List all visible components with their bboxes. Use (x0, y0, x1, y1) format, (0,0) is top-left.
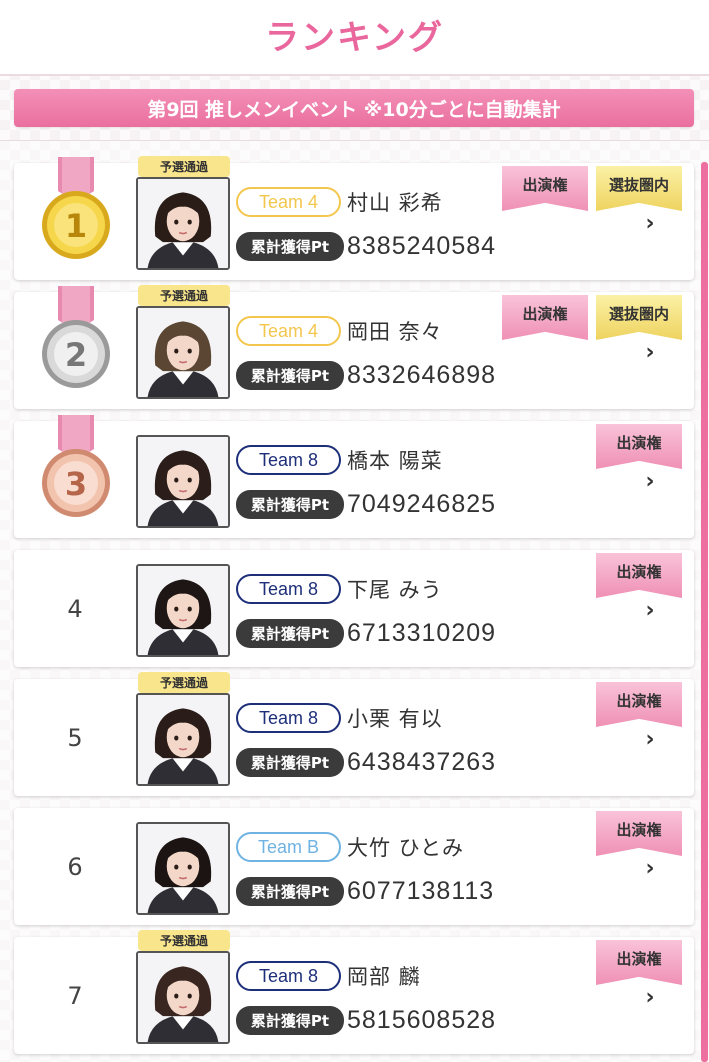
team-badge: Team 4 (236, 316, 341, 346)
rank-number: 5 (67, 723, 83, 752)
points-value: 8332646898 (347, 360, 497, 389)
team-badge: Team 8 (236, 574, 341, 604)
ranking-card[interactable]: 3 Team 8 橋本 陽菜 累計獲得Pt 7049246825 出演権 › (14, 415, 694, 538)
team-badge: Team 8 (236, 703, 341, 733)
appearance-right-tag: 出演権 (596, 682, 682, 727)
appearance-right-tag: 出演権 (502, 166, 588, 211)
chevron-right-icon[interactable]: › (640, 211, 660, 236)
points-value: 6077138113 (347, 876, 495, 905)
chevron-right-icon[interactable]: › (640, 727, 660, 752)
member-photo (136, 435, 230, 528)
points-value: 7049246825 (347, 489, 497, 518)
scrollbar[interactable] (701, 162, 708, 1062)
points-label: 累計獲得Pt (236, 748, 344, 777)
points-label: 累計獲得Pt (236, 619, 344, 648)
svg-text:3: 3 (65, 465, 87, 503)
points-value: 8385240584 (347, 231, 497, 260)
event-banner: 第9回 推しメンイベント ※10分ごとに自動集計 (14, 89, 694, 127)
points-value: 5815608528 (347, 1005, 497, 1034)
team-badge: Team 8 (236, 961, 341, 991)
ranking-card[interactable]: 5 予選通過 Team 8 小栗 有以 累計獲得Pt 6438437263 出演権 › (14, 672, 694, 796)
member-name: 下尾 みう (347, 578, 443, 602)
app-header: ランキング (0, 0, 709, 76)
member-name: 岡部 麟 (347, 965, 421, 989)
points-label: 累計獲得Pt (236, 232, 344, 261)
appearance-right-tag: 出演権 (596, 424, 682, 469)
appearance-right-tag: 出演権 (502, 295, 588, 340)
member-photo (136, 177, 230, 270)
rank-number: 4 (67, 594, 83, 623)
prelim-passed-badge: 予選通過 (138, 930, 230, 951)
member-name: 岡田 奈々 (347, 320, 443, 344)
gold-medal-icon: 1 (38, 157, 114, 267)
team-badge: Team 8 (236, 445, 341, 475)
chevron-right-icon[interactable]: › (640, 340, 660, 365)
member-name: 橋本 陽菜 (347, 449, 443, 473)
ranking-card[interactable]: 6 Team B 大竹 ひとみ 累計獲得Pt 6077138113 出演権 › (14, 808, 694, 925)
member-photo (136, 822, 230, 915)
member-name: 小栗 有以 (347, 707, 443, 731)
prelim-passed-badge: 予選通過 (138, 285, 230, 306)
member-photo (136, 951, 230, 1044)
points-label: 累計獲得Pt (236, 877, 344, 906)
chevron-right-icon[interactable]: › (640, 985, 660, 1010)
selected-range-tag: 選抜圏内 (596, 295, 682, 340)
svg-text:2: 2 (65, 336, 87, 374)
points-label: 累計獲得Pt (236, 490, 344, 519)
ranking-card[interactable]: 7 予選通過 Team 8 岡部 麟累計獲得Pt 5815608528 出演権 › (14, 930, 694, 1054)
page-title: ランキング (265, 17, 444, 58)
bronze-medal-icon: 3 (38, 415, 114, 525)
selected-range-tag: 選抜圏内 (596, 166, 682, 211)
points-label: 累計獲得Pt (236, 361, 344, 390)
chevron-right-icon[interactable]: › (640, 856, 660, 881)
team-badge: Team B (236, 832, 341, 862)
prelim-passed-badge: 予選通過 (138, 156, 230, 177)
member-photo (136, 693, 230, 786)
ranking-card[interactable]: 2 予選通過 Team 4 岡田 奈々 累計獲得Pt 8332646898 出演権 選抜圏内 › (14, 285, 694, 409)
points-value: 6438437263 (347, 747, 497, 776)
points-value: 6713310209 (347, 618, 497, 647)
appearance-right-tag: 出演権 (596, 553, 682, 598)
chevron-right-icon[interactable]: › (640, 469, 660, 494)
member-name: 大竹 ひとみ (347, 836, 465, 860)
appearance-right-tag: 出演権 (596, 811, 682, 856)
member-photo (136, 306, 230, 399)
prelim-passed-badge: 予選通過 (138, 672, 230, 693)
ranking-card[interactable]: 4 Team 8 下尾 みう 累計獲得Pt 6713310209 出演権 › (14, 550, 694, 667)
silver-medal-icon: 2 (38, 286, 114, 396)
chevron-right-icon[interactable]: › (640, 598, 660, 623)
team-badge: Team 4 (236, 187, 341, 217)
ranking-card[interactable]: 1 予選通過 Team 4 村山 彩希 累計獲得Pt 8385240584 出演権 選抜圏内 › (14, 156, 694, 280)
member-photo (136, 564, 230, 657)
member-name: 村山 彩希 (347, 191, 443, 215)
points-label: 累計獲得Pt (236, 1006, 344, 1035)
rank-number: 6 (67, 852, 83, 881)
rank-number: 7 (67, 981, 83, 1010)
appearance-right-tag: 出演権 (596, 940, 682, 985)
svg-text:1: 1 (65, 207, 87, 245)
